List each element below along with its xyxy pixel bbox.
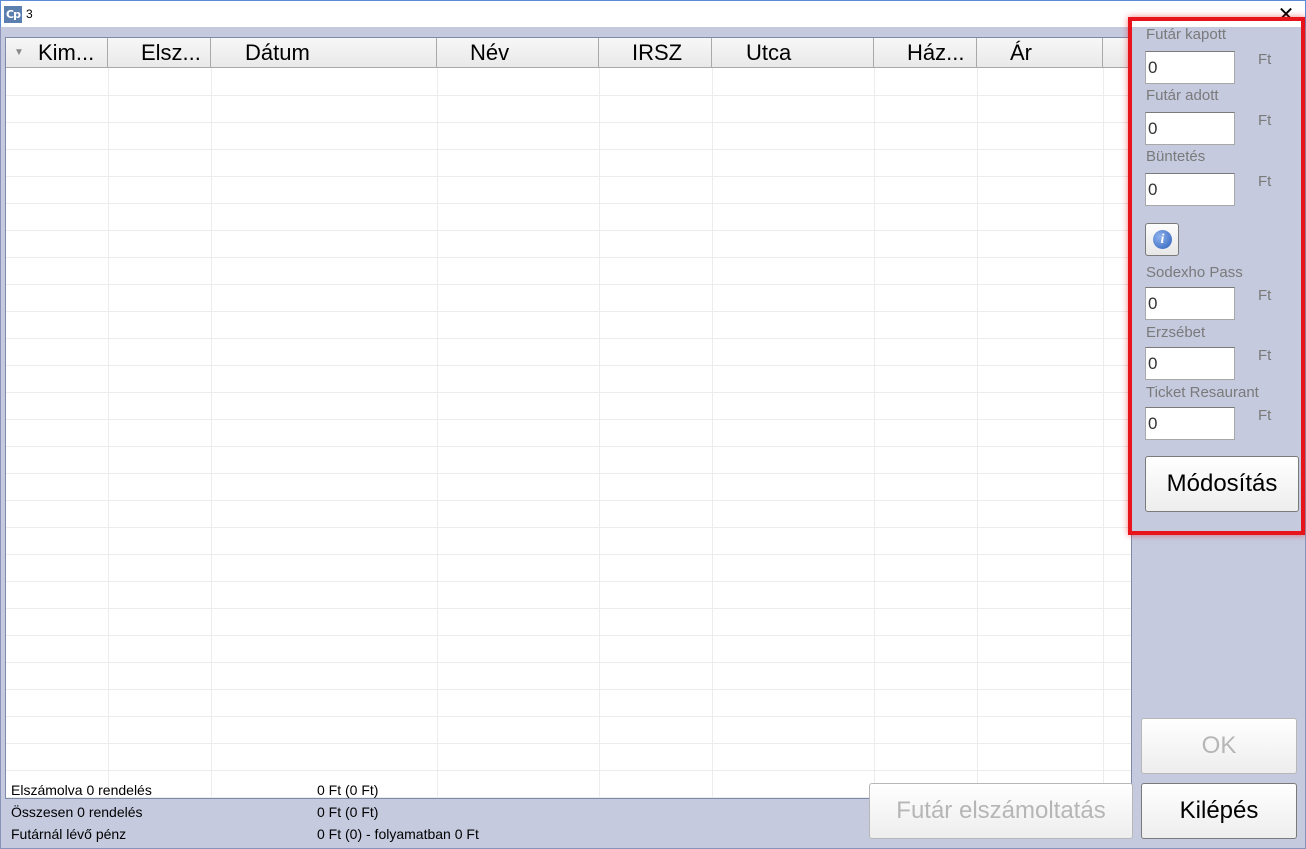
futar-adott-label: Futár adott — [1146, 87, 1219, 104]
futarnal-label: Futárnál lévő pénz — [11, 826, 127, 842]
grid-row-line — [6, 203, 1131, 204]
grid-row-line — [6, 554, 1131, 555]
futar-adott-input[interactable] — [1145, 112, 1235, 145]
orders-grid[interactable]: ▼ Kim... Elsz... Dátum Név IRSZ Utca Ház… — [5, 37, 1132, 799]
column-header-label: Kim... — [38, 40, 95, 65]
grid-row-line — [6, 527, 1131, 528]
sodexho-unit: Ft — [1258, 287, 1272, 304]
grid-row-line — [6, 95, 1131, 96]
grid-row-line — [6, 662, 1131, 663]
column-header-label: IRSZ — [632, 40, 683, 65]
grid-row-line — [6, 473, 1131, 474]
grid-row-line — [6, 743, 1131, 744]
grid-row-line — [6, 716, 1131, 717]
grid-row-line — [6, 689, 1131, 690]
erzsebet-input[interactable] — [1145, 347, 1235, 380]
window-title: 3 — [26, 7, 33, 21]
grid-row-line — [6, 392, 1131, 393]
grid-row-line — [6, 581, 1131, 582]
column-header-label: Ház... — [907, 40, 965, 65]
column-header-ar[interactable]: Ár — [977, 38, 1103, 68]
grid-row-line — [6, 149, 1131, 150]
grid-header: ▼ Kim... Elsz... Dátum Név IRSZ Utca Ház… — [6, 38, 1131, 68]
grid-row-line — [6, 284, 1131, 285]
column-header-nev[interactable]: Név — [437, 38, 599, 68]
column-header-haz[interactable]: Ház... — [874, 38, 977, 68]
modositas-button[interactable]: Módosítás — [1145, 456, 1299, 512]
info-icon: i — [1153, 230, 1172, 249]
ok-button[interactable]: OK — [1141, 718, 1297, 774]
elszamolva-label: Elszámolva 0 rendelés — [11, 782, 152, 798]
sodexho-input[interactable] — [1145, 287, 1235, 320]
futar-kapott-unit: Ft — [1258, 51, 1272, 68]
column-header-label: Utca — [746, 40, 792, 65]
column-header-irsz[interactable]: IRSZ — [599, 38, 712, 68]
grid-row-line — [6, 230, 1131, 231]
grid-row-line — [6, 311, 1131, 312]
settlement-panel: Futár kapott Ft Futár adott Ft Büntetés … — [1128, 17, 1305, 535]
grid-row-line — [6, 608, 1131, 609]
grid-column-line — [1103, 68, 1104, 798]
sodexho-label: Sodexho Pass — [1146, 264, 1243, 281]
grid-row-line — [6, 635, 1131, 636]
futar-kapott-input[interactable] — [1145, 51, 1235, 84]
column-header-elsz[interactable]: Elsz... — [108, 38, 211, 68]
grid-row-line — [6, 257, 1131, 258]
buntetes-input[interactable] — [1145, 173, 1235, 206]
grid-column-line — [599, 68, 600, 798]
grid-row-line — [6, 338, 1131, 339]
ticket-unit: Ft — [1258, 407, 1272, 424]
osszesen-value: 0 Ft (0 Ft) — [317, 804, 379, 820]
column-header-label: Elsz... — [141, 40, 201, 65]
grid-row-line — [6, 419, 1131, 420]
osszesen-label: Összesen 0 rendelés — [11, 804, 143, 820]
futar-adott-unit: Ft — [1258, 112, 1272, 129]
futar-kapott-label: Futár kapott — [1146, 26, 1227, 43]
ticket-input[interactable] — [1145, 407, 1235, 440]
grid-column-line — [108, 68, 109, 798]
erzsebet-label: Erzsébet — [1146, 324, 1206, 341]
grid-column-line — [977, 68, 978, 798]
grid-row-line — [6, 446, 1131, 447]
column-header-datum[interactable]: Dátum — [211, 38, 437, 68]
column-header-label: Ár — [1010, 40, 1032, 65]
grid-row-line — [6, 500, 1131, 501]
grid-column-line — [211, 68, 212, 798]
info-button[interactable]: i — [1145, 223, 1179, 256]
grid-body[interactable] — [6, 68, 1131, 798]
grid-row-line — [6, 365, 1131, 366]
title-bar: Cp 3 ✕ — [0, 0, 1306, 27]
grid-row-line — [6, 770, 1131, 771]
grid-column-line — [712, 68, 713, 798]
ticket-label: Ticket Resaurant — [1146, 384, 1259, 401]
grid-row-line — [6, 122, 1131, 123]
buntetes-unit: Ft — [1258, 173, 1272, 190]
grid-row-line — [6, 176, 1131, 177]
column-header-label: Dátum — [245, 40, 310, 65]
kilepes-button[interactable]: Kilépés — [1141, 783, 1297, 839]
futarnal-value: 0 Ft (0) - folyamatban 0 Ft — [317, 826, 479, 842]
column-header-utca[interactable]: Utca — [712, 38, 874, 68]
grid-column-line — [437, 68, 438, 798]
erzsebet-unit: Ft — [1258, 347, 1272, 364]
sort-arrow-icon: ▼ — [14, 47, 24, 58]
buntetes-label: Büntetés — [1146, 148, 1206, 165]
app-icon: Cp — [4, 6, 22, 23]
column-header-label: Név — [470, 40, 510, 65]
main-window: ▼ Kim... Elsz... Dátum Név IRSZ Utca Ház… — [0, 17, 1306, 849]
elszamolva-value: 0 Ft (0 Ft) — [317, 782, 379, 798]
grid-column-line — [874, 68, 875, 798]
futar-elszamoltatas-button[interactable]: Futár elszámoltatás — [869, 783, 1133, 839]
column-header-kim[interactable]: ▼ Kim... — [6, 38, 108, 68]
